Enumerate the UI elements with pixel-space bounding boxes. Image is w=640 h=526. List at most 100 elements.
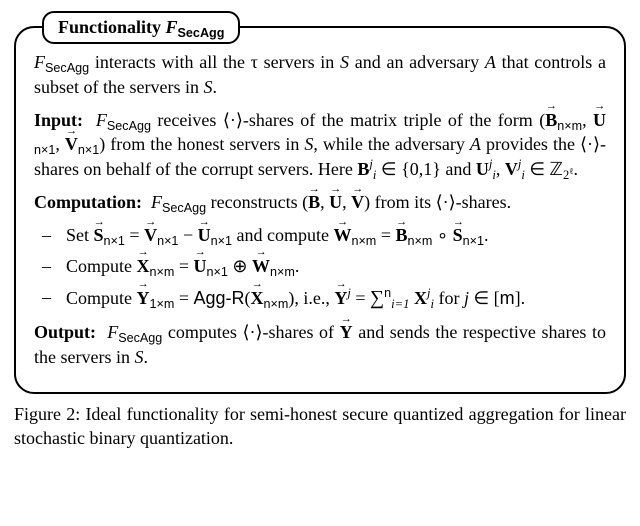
li1-body: Set →Sn×1 = →Vn×1 − →Un×1 and compute →W… xyxy=(66,223,606,248)
dim: n×1 xyxy=(207,265,228,279)
mat-U: U xyxy=(198,225,211,245)
func-sub: SecAgg xyxy=(107,118,151,132)
computation-para: Computation: FSecAgg reconstructs (→B, →… xyxy=(34,190,606,215)
t: ), i.e., xyxy=(288,288,334,308)
t: Set xyxy=(66,225,94,245)
functionality-box: Functionality FSecAgg FSecAgg interacts … xyxy=(14,26,626,394)
t: Compute xyxy=(66,288,137,308)
mat-Y: Y xyxy=(137,288,150,308)
mat-S: S xyxy=(94,225,104,245)
t: ]. xyxy=(515,288,526,308)
func-name: F xyxy=(34,52,45,72)
input-para: Input: FSecAgg receives ⟨·⟩-shares of th… xyxy=(34,108,606,182)
li2-body: Compute →Xn×m = →Un×1 ⊕ →Wn×m. xyxy=(66,254,606,279)
page-root: Functionality FSecAgg FSecAgg interacts … xyxy=(0,0,640,450)
var-V: V xyxy=(505,159,518,179)
list-item: – Compute →Y1×m = Agg-R(→Xn×m), i.e., →Y… xyxy=(34,285,606,312)
t: . xyxy=(295,256,300,276)
mat-Y: Y xyxy=(340,322,353,342)
vec-B: →B xyxy=(545,108,557,133)
t: ∈ xyxy=(525,159,550,179)
func-sub: SecAgg xyxy=(162,201,206,215)
t: = xyxy=(174,288,193,308)
dim: n×m xyxy=(150,265,175,279)
title-prefix: Functionality xyxy=(58,17,166,37)
mat-U: U xyxy=(194,256,207,276)
t: , while the adversary xyxy=(313,134,470,154)
mat-V: V xyxy=(65,134,78,154)
t: reconstructs ( xyxy=(206,192,308,212)
var-X: X xyxy=(409,288,427,308)
vec-V: →V xyxy=(144,223,157,248)
dim: n×m xyxy=(264,296,289,310)
t: = xyxy=(125,225,144,245)
vec-S: →S xyxy=(94,223,104,248)
t: , xyxy=(582,110,593,130)
t: = xyxy=(351,288,370,308)
ring-sub: 2ℓ xyxy=(563,168,574,182)
t: , xyxy=(496,159,505,179)
dim: n×1 xyxy=(78,143,99,157)
t: ∘ xyxy=(432,225,452,245)
dim: n×1 xyxy=(104,234,125,248)
dim: n×1 xyxy=(34,143,55,157)
mat-B: B xyxy=(308,192,320,212)
t: − xyxy=(178,225,197,245)
t: . xyxy=(484,225,489,245)
var-m: m xyxy=(500,288,515,308)
set-S: S xyxy=(340,52,349,72)
t: . xyxy=(573,159,578,179)
t: computes ⟨·⟩-shares of xyxy=(162,322,339,342)
vec-Y: →Y xyxy=(334,286,347,311)
vec-S: →S xyxy=(453,223,463,248)
dim: 1×m xyxy=(150,296,175,310)
mat-B: B xyxy=(395,225,407,245)
func-sub: SecAgg xyxy=(118,331,162,345)
vec-X: →X xyxy=(251,286,264,311)
mat-U: U xyxy=(593,110,606,130)
title-func-sub: SecAgg xyxy=(178,26,225,40)
t: = xyxy=(174,256,193,276)
func-sub: SecAgg xyxy=(45,61,89,75)
figure-text: Ideal functionality for semi-honest secu… xyxy=(14,404,626,448)
ring-Z: ℤ xyxy=(550,159,563,179)
t: receives ⟨·⟩-shares of the matrix triple… xyxy=(151,110,545,130)
mat-W: W xyxy=(252,256,270,276)
dim: n×m xyxy=(270,265,295,279)
dash-icon: – xyxy=(34,285,66,312)
vec-U: →U xyxy=(198,223,211,248)
mat-B: B xyxy=(545,110,557,130)
var-U: U xyxy=(476,159,489,179)
t: , xyxy=(55,134,65,154)
vec-U: →U xyxy=(194,254,207,279)
vec-V: →V xyxy=(351,190,364,215)
vec-U: →U xyxy=(593,108,606,133)
computation-list: – Set →Sn×1 = →Vn×1 − →Un×1 and compute … xyxy=(34,223,606,312)
mat-X: X xyxy=(251,288,264,308)
vec-W: →W xyxy=(333,223,351,248)
dash-icon: – xyxy=(34,223,66,248)
vec-U: →U xyxy=(329,190,342,215)
dim: n×1 xyxy=(463,234,484,248)
agg-r: Agg-R xyxy=(194,288,245,308)
mat-W: W xyxy=(333,225,351,245)
mat-U: U xyxy=(329,192,342,212)
t: ) from the honest servers in xyxy=(99,134,304,154)
vec-B: →B xyxy=(395,223,407,248)
t: . xyxy=(143,347,148,367)
mat-Y: Y xyxy=(334,288,347,308)
mat-V: V xyxy=(351,192,364,212)
dim: n×m xyxy=(407,234,432,248)
sum-from: i=1 xyxy=(391,296,409,310)
intro-para: FSecAgg interacts with all the τ servers… xyxy=(34,50,606,100)
dim: n×1 xyxy=(211,234,232,248)
vec-X: →X xyxy=(137,254,150,279)
vec-W: →W xyxy=(252,254,270,279)
output-para: Output: FSecAgg computes ⟨·⟩-shares of →… xyxy=(34,320,606,370)
dim: n×m xyxy=(351,234,376,248)
dim: n×m xyxy=(557,118,582,132)
vec-V: →V xyxy=(65,132,78,157)
t: ∈ [ xyxy=(469,288,500,308)
t: for xyxy=(434,288,464,308)
list-item: – Set →Sn×1 = →Vn×1 − →Un×1 and compute … xyxy=(34,223,606,248)
